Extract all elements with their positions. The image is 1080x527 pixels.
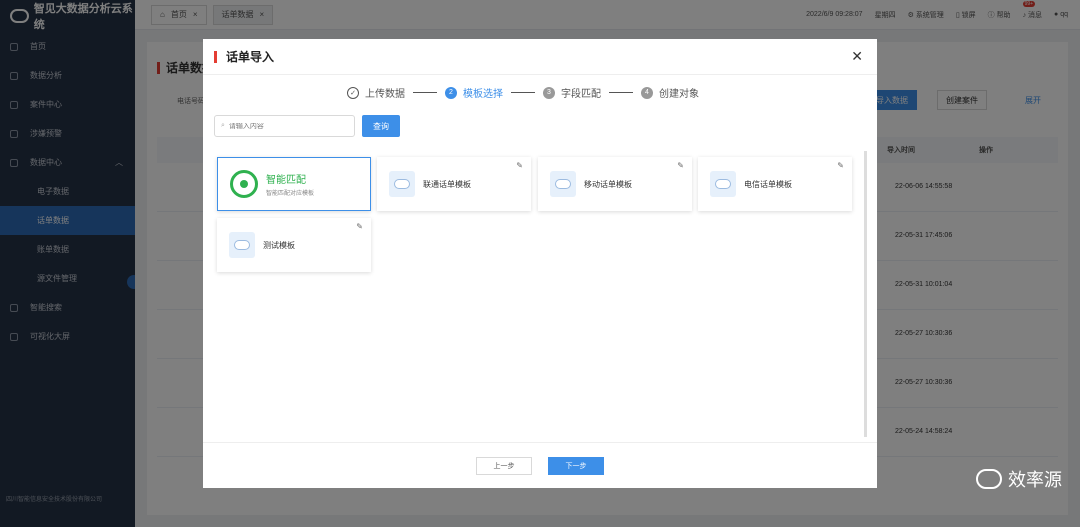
search-icon: ⌕ (221, 122, 225, 129)
dialog-header: 话单导入 ✕ (203, 39, 877, 75)
dialog-title: 话单导入 (214, 50, 274, 63)
edit-icon[interactable]: ✎ (516, 161, 523, 170)
wechat-icon (976, 469, 1002, 489)
edit-icon[interactable]: ✎ (837, 161, 844, 170)
next-step-button[interactable]: 下一步 (548, 456, 604, 475)
target-icon (230, 170, 258, 198)
dialog-footer: 上一步 下一步 (203, 442, 877, 488)
template-name: 联通话单模板 (423, 179, 471, 189)
step-divider (609, 92, 633, 93)
query-button[interactable]: 查询 (362, 115, 400, 137)
template-name: 电信话单模板 (744, 179, 792, 189)
edit-icon[interactable]: ✎ (356, 222, 363, 231)
template-desc: 智能匹配对应模板 (266, 191, 315, 197)
search-input[interactable] (228, 122, 329, 130)
step-divider (511, 92, 535, 93)
template-list: 智能匹配 智能匹配对应模板 联通话单模板 ✎ 移动话单模板 ✎ 电信话单模板 ✎… (214, 151, 867, 437)
template-name: 移动话单模板 (584, 179, 632, 189)
template-card-smart-match[interactable]: 智能匹配 智能匹配对应模板 (217, 157, 371, 211)
template-search[interactable]: ⌕ (214, 115, 355, 137)
template-icon (710, 171, 736, 197)
watermark: 效率源 (976, 466, 1062, 492)
step-indicator: ✓ 上传数据 2 模板选择 3 字段匹配 4 创建对象 (347, 85, 699, 100)
prev-step-button[interactable]: 上一步 (476, 456, 532, 475)
template-card-telecom[interactable]: 电信话单模板 ✎ (698, 157, 852, 211)
import-dialog: 话单导入 ✕ ✓上传数据 2模板选择 3字段匹配 4创建对象 ⌕ 查询 智能匹配… (203, 39, 877, 488)
template-card-test[interactable]: 测试模板 ✎ (217, 218, 371, 272)
step-upload: ✓ 上传数据 (347, 85, 405, 100)
step-field-match: 3 字段匹配 (543, 85, 601, 100)
close-icon[interactable]: ✕ (851, 48, 863, 65)
template-card-unicom[interactable]: 联通话单模板 ✎ (377, 157, 531, 211)
template-icon (550, 171, 576, 197)
step-create-object: 4 创建对象 (641, 85, 699, 100)
step-divider (413, 92, 437, 93)
check-icon: ✓ (347, 86, 359, 99)
template-name: 智能匹配 (266, 175, 306, 186)
template-icon (229, 232, 255, 258)
edit-icon[interactable]: ✎ (677, 161, 684, 170)
template-name: 测试模板 (263, 240, 295, 250)
step-template: 2 模板选择 (445, 85, 503, 100)
template-card-mobile[interactable]: 移动话单模板 ✎ (538, 157, 692, 211)
template-icon (389, 171, 415, 197)
